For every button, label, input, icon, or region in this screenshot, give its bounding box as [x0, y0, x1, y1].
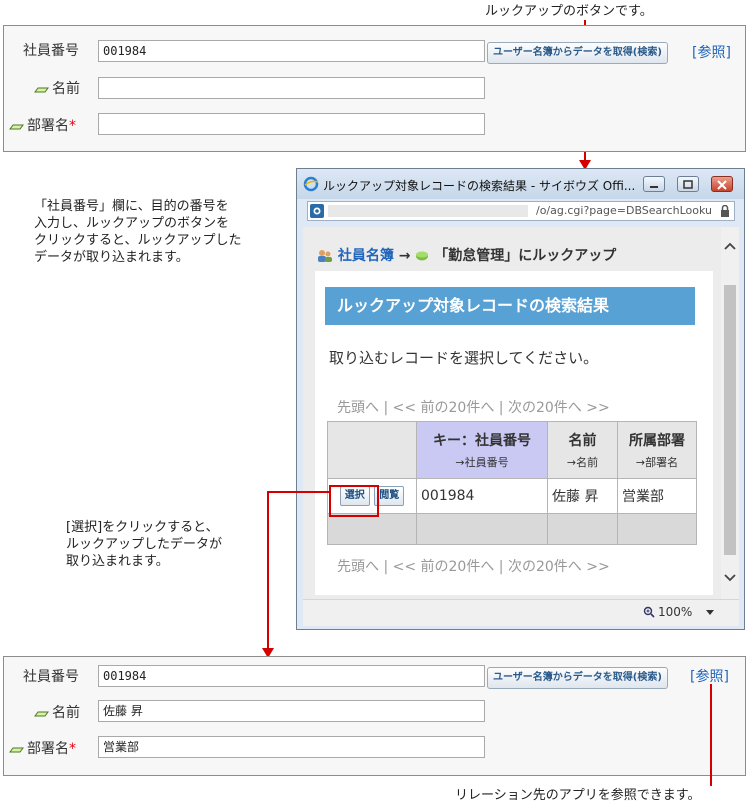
dept-field[interactable]: 営業部 — [98, 736, 485, 758]
lookup-results-window: ルックアップ対象レコードの検索結果 - サイボウズ Offi... /o/ag.… — [296, 168, 745, 630]
results-table: キー：社員番号 →社員番号 名前 →名前 所属部署 →部署名 選択 閲覧 001… — [327, 421, 697, 545]
note-line: [選択]をクリックすると、 — [66, 520, 219, 535]
header-name-sub: →名前 — [566, 456, 599, 469]
name-field[interactable]: 佐藤 昇 — [98, 700, 485, 722]
window-title: ルックアップ対象レコードの検索結果 - サイボウズ Offi... — [323, 179, 636, 193]
chevron-down-icon[interactable] — [706, 610, 714, 616]
footer-cell — [617, 513, 697, 545]
scroll-down-icon[interactable] — [724, 573, 736, 583]
minimize-icon — [650, 186, 658, 188]
header-key-sub: →社員番号 — [455, 456, 509, 469]
name-label: 名前 — [52, 81, 80, 97]
reference-link-annotation: リレーション先のアプリを参照できます。 — [455, 788, 701, 803]
footer-cell — [327, 513, 417, 545]
breadcrumb-app-link[interactable]: 社員名簿 — [338, 248, 394, 264]
app-icon — [416, 251, 429, 261]
table-footer-row — [327, 513, 697, 545]
lookup-button[interactable]: ユーザー名簿からデータを取得(検索) — [487, 667, 668, 689]
zoom-icon — [643, 606, 655, 618]
header-dept-sub: →部署名 — [635, 456, 679, 469]
close-button[interactable] — [711, 176, 733, 192]
required-mark: * — [69, 741, 76, 757]
header-actions — [327, 421, 417, 479]
note-line: クリックすると、ルックアップした — [34, 233, 242, 248]
pencil-icon — [9, 124, 24, 130]
cell-key: 001984 — [416, 478, 548, 514]
note-line: ルックアップしたデータが — [66, 537, 223, 552]
header-key: キー：社員番号 →社員番号 — [416, 421, 548, 479]
lookup-button[interactable]: ユーザー名簿からデータを取得(検索) — [487, 42, 668, 64]
annotation-line-select-v — [267, 491, 269, 651]
note-line: 入力し、ルックアップのボタンを — [34, 216, 230, 231]
lock-icon — [721, 205, 729, 217]
close-icon — [717, 180, 727, 190]
pager-top[interactable]: 先頭へ | << 前の20件へ | 次の20件へ >> — [337, 397, 610, 417]
address-bar[interactable]: /o/ag.cgi?page=DBSearchLooku — [307, 201, 735, 221]
breadcrumb-current: 「勤怠管理」にルックアップ — [434, 248, 617, 264]
users-icon — [318, 250, 332, 262]
form-panel-after: 社員番号 001984 ユーザー名簿からデータを取得(検索) [参照] 名前 佐… — [3, 656, 746, 776]
form-panel-before: 社員番号 001984 ユーザー名簿からデータを取得(検索) [参照] 名前 部… — [3, 25, 746, 152]
address-host-redacted — [328, 205, 528, 217]
lookup-instruction-note: 「社員番号」欄に、目的の番号を 入力し、ルックアップのボタンを クリックすると、… — [34, 198, 241, 266]
note-line: 取り込まれます。 — [66, 554, 169, 569]
dept-label: 部署名 — [27, 118, 69, 134]
scroll-up-icon[interactable] — [724, 241, 736, 251]
zoom-level[interactable]: 100% — [658, 605, 692, 619]
results-banner: ルックアップ対象レコードの検索結果 — [325, 287, 695, 325]
note-line: データが取り込まれます。 — [34, 250, 189, 265]
header-key-label: キー：社員番号 — [433, 433, 531, 449]
window-titlebar: ルックアップ対象レコードの検索結果 - サイボウズ Offi... — [297, 169, 744, 199]
dept-label-row: 部署名* — [9, 738, 76, 758]
pencil-icon — [34, 87, 49, 93]
employee-no-label: 社員番号 — [23, 669, 79, 685]
employee-no-label: 社員番号 — [23, 43, 79, 59]
table-row: 選択 閲覧 001984 佐藤 昇 営業部 — [327, 478, 697, 514]
maximize-button[interactable] — [677, 176, 699, 192]
footer-cell — [416, 513, 548, 545]
name-field[interactable] — [98, 77, 485, 99]
scroll-thumb[interactable] — [724, 285, 736, 555]
annotation-line-select-h — [267, 491, 329, 493]
maximize-icon — [683, 180, 693, 189]
dept-label: 部署名 — [27, 741, 69, 757]
address-url: /o/ag.cgi?page=DBSearchLooku — [536, 204, 712, 217]
vertical-scrollbar[interactable] — [721, 227, 739, 599]
header-name: 名前 →名前 — [547, 421, 618, 479]
employee-no-field[interactable]: 001984 — [98, 665, 485, 687]
name-label: 名前 — [52, 705, 80, 721]
dept-field[interactable] — [98, 113, 485, 135]
name-label-row: 名前 — [34, 78, 80, 98]
page-icon — [310, 204, 324, 218]
note-line: 「社員番号」欄に、目的の番号を — [34, 199, 229, 214]
pager-bottom[interactable]: 先頭へ | << 前の20件へ | 次の20件へ >> — [337, 556, 610, 576]
select-instruction-note: [選択]をクリックすると、 ルックアップしたデータが 取り込まれます。 — [66, 519, 222, 570]
required-mark: * — [69, 118, 76, 134]
browser-icon — [303, 176, 319, 192]
status-bar: 100% — [303, 599, 739, 626]
header-name-label: 名前 — [568, 433, 597, 449]
minimize-button[interactable] — [643, 176, 665, 192]
breadcrumb-arrow: → — [398, 248, 411, 264]
table-header-row: キー：社員番号 →社員番号 名前 →名前 所属部署 →部署名 — [327, 421, 697, 479]
pencil-icon — [34, 711, 49, 717]
instruction-text: 取り込むレコードを選択してください。 — [329, 349, 599, 367]
name-label-row: 名前 — [34, 702, 80, 722]
annotation-line-bottom — [710, 684, 712, 786]
footer-cell — [547, 513, 618, 545]
reference-link[interactable]: [参照] — [690, 666, 729, 686]
lookup-button-annotation: ルックアップのボタンです。 — [485, 4, 653, 19]
cell-name: 佐藤 昇 — [547, 478, 618, 514]
breadcrumb: 社員名簿 → 「勤怠管理」にルックアップ — [317, 245, 616, 265]
employee-no-field[interactable]: 001984 — [98, 40, 485, 62]
reference-link[interactable]: [参照] — [692, 42, 731, 62]
cell-dept: 営業部 — [617, 478, 697, 514]
dept-label-row: 部署名* — [9, 115, 76, 135]
header-dept: 所属部署 →部署名 — [617, 421, 697, 479]
pencil-icon — [9, 747, 24, 753]
header-dept-label: 所属部署 — [629, 433, 685, 449]
select-highlight-box — [329, 485, 379, 517]
